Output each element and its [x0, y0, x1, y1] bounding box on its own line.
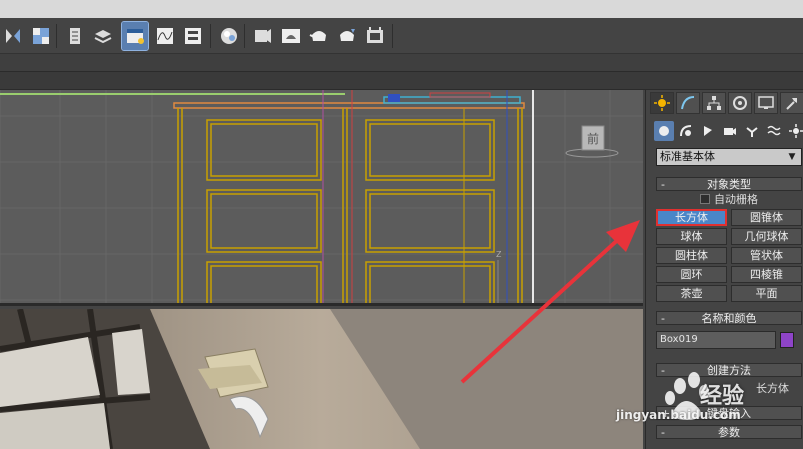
toolbar-separator	[392, 24, 393, 48]
rollout-collapse-sign: -	[661, 178, 665, 191]
rollout-collapse-sign: -	[661, 364, 665, 377]
viewcube-face-label: 前	[587, 132, 600, 146]
parameters-rollout: - 参数	[656, 425, 802, 439]
mirror-icon[interactable]	[0, 22, 26, 50]
plane-button[interactable]: 平面	[731, 285, 802, 302]
creation-method-header[interactable]: - 创建方法	[656, 363, 802, 377]
object-buttons: 长方体 圆锥体 球体 几何球体 圆柱体 管状体 圆环 四棱锥 茶壶 平面	[656, 207, 802, 304]
render-setup-icon[interactable]	[250, 22, 276, 50]
scene-explorer-icon[interactable]	[90, 22, 116, 50]
ribbon-icon[interactable]	[121, 21, 149, 51]
space-warps-icon[interactable]	[764, 121, 784, 141]
front-viewport-canvas	[0, 90, 643, 303]
object-name-field[interactable]: Box019	[656, 331, 776, 349]
front-viewport[interactable]: Z 前	[0, 90, 643, 306]
tube-button[interactable]: 管状体	[731, 247, 802, 264]
rollout-collapse-sign: -	[661, 426, 665, 439]
ribbon-strip	[0, 72, 803, 90]
secondary-toolbar	[0, 54, 803, 72]
perspective-scene	[0, 309, 643, 449]
axis-z-label: Z	[496, 250, 502, 259]
main-toolbar	[0, 18, 803, 54]
name-row: Box019	[656, 325, 802, 351]
creation-method-box-option[interactable]: 长方体	[756, 380, 789, 396]
systems-icon[interactable]	[786, 121, 803, 141]
pyramid-button[interactable]: 四棱锥	[731, 266, 802, 283]
chevron-down-icon: ▼	[788, 152, 796, 162]
layer-manager-icon[interactable]	[62, 22, 88, 50]
name-color-rollout: - 名称和颜色 Box019	[656, 311, 802, 351]
cone-button[interactable]: 圆锥体	[731, 209, 802, 226]
display-tab[interactable]	[754, 92, 778, 114]
category-dropdown[interactable]: 标准基本体 ▼	[656, 148, 802, 166]
watermark-brand-text: 经验	[700, 384, 745, 409]
object-color-swatch[interactable]	[780, 332, 794, 348]
align-icon[interactable]	[28, 22, 54, 50]
object-type-rollout: - 对象类型 自动栅格 长方体 圆锥体 球体 几何球体 圆柱体 管状体 圆环 四…	[656, 177, 802, 304]
torus-button[interactable]: 圆环	[656, 266, 727, 283]
quick-render-icon[interactable]	[306, 22, 332, 50]
name-color-title: 名称和颜色	[701, 312, 757, 325]
command-panel-tabs	[650, 92, 803, 116]
schematic-view-icon[interactable]	[180, 22, 206, 50]
toolbar-separator	[244, 24, 245, 48]
teapot-button[interactable]: 茶壶	[656, 285, 727, 302]
toolbar-separator	[210, 24, 211, 48]
name-color-header[interactable]: - 名称和颜色	[656, 311, 802, 325]
hierarchy-tab[interactable]	[702, 92, 726, 114]
cylinder-button[interactable]: 圆柱体	[656, 247, 727, 264]
object-type-header[interactable]: - 对象类型	[656, 177, 802, 191]
auto-grid-label: 自动栅格	[714, 193, 758, 206]
cameras-icon[interactable]	[720, 121, 740, 141]
parameters-header[interactable]: - 参数	[656, 425, 802, 439]
create-tab[interactable]	[650, 92, 674, 114]
geosphere-button[interactable]: 几何球体	[731, 228, 802, 245]
sphere-button[interactable]: 球体	[656, 228, 727, 245]
motion-tab[interactable]	[728, 92, 752, 114]
object-type-title: 对象类型	[707, 178, 751, 191]
material-editor-icon[interactable]	[216, 22, 242, 50]
shapes-icon[interactable]	[676, 121, 696, 141]
title-strip	[0, 0, 803, 18]
create-subtabs	[654, 121, 803, 143]
curve-editor-icon[interactable]	[152, 22, 178, 50]
category-dropdown-value: 标准基本体	[660, 150, 715, 163]
geometry-icon[interactable]	[654, 121, 674, 141]
helpers-icon[interactable]	[742, 121, 762, 141]
auto-grid-checkbox[interactable]	[700, 194, 710, 204]
perspective-viewport[interactable]	[0, 309, 643, 449]
modify-tab[interactable]	[676, 92, 700, 114]
utilities-tab[interactable]	[780, 92, 803, 114]
viewcube[interactable]: 前	[562, 120, 622, 158]
box-button[interactable]: 长方体	[656, 209, 727, 226]
activeshade-icon[interactable]	[362, 22, 388, 50]
auto-grid-row: 自动栅格	[656, 191, 802, 207]
parameters-title: 参数	[718, 426, 740, 439]
lights-icon[interactable]	[698, 121, 718, 141]
rollout-collapse-sign: -	[661, 312, 665, 325]
watermark-url: jingyan.baidu.com	[616, 408, 741, 422]
creation-method-title: 创建方法	[707, 364, 751, 377]
render-frame-icon[interactable]	[278, 22, 304, 50]
render-iterative-icon[interactable]	[334, 22, 360, 50]
toolbar-separator	[56, 24, 57, 48]
